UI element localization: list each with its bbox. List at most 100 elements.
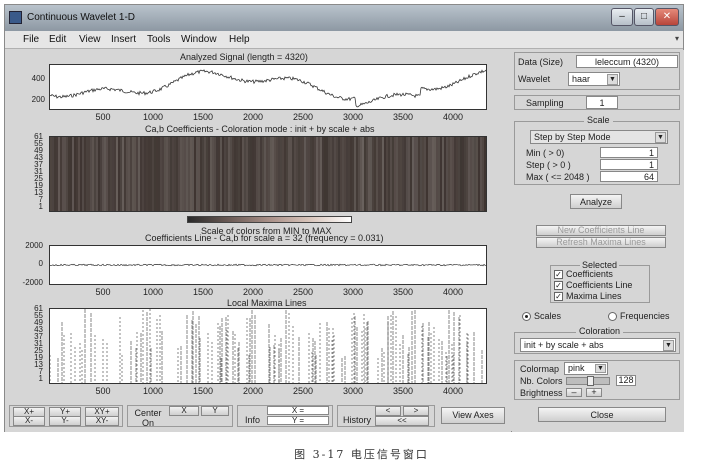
coefficient-column bbox=[194, 137, 196, 211]
signal-xtick: 2500 bbox=[292, 112, 314, 122]
min-scale-input[interactable]: 1 bbox=[600, 147, 658, 158]
coefficient-column bbox=[360, 137, 362, 211]
coefficient-column bbox=[480, 137, 482, 211]
new-coefficients-line-button[interactable]: New Coefficients Line bbox=[536, 225, 666, 236]
menu-tools[interactable]: Tools bbox=[147, 34, 170, 45]
coefficient-column bbox=[400, 137, 402, 211]
scale-title: Scale bbox=[584, 115, 613, 125]
minimize-button[interactable]: – bbox=[611, 8, 633, 26]
center-x-button[interactable]: X bbox=[169, 406, 199, 416]
coefficient-column bbox=[450, 137, 452, 211]
zoom-y-out-button[interactable]: Y- bbox=[49, 416, 81, 426]
zoom-x-out-button[interactable]: X- bbox=[13, 416, 45, 426]
frequencies-radio-label: Frequencies bbox=[620, 311, 670, 321]
info-label: Info bbox=[245, 415, 261, 425]
zoom-xy-out-button[interactable]: XY- bbox=[85, 416, 119, 426]
colormap-select[interactable]: pink ▼ bbox=[564, 362, 608, 375]
line-xtick: 3500 bbox=[392, 287, 414, 297]
coefficient-column bbox=[338, 137, 340, 211]
coefficient-column bbox=[454, 137, 456, 211]
coefficient-column bbox=[268, 137, 270, 211]
line-ytick: 2000 bbox=[25, 241, 43, 250]
nbcolors-slider[interactable] bbox=[566, 376, 610, 386]
history-first-button[interactable]: << bbox=[375, 416, 429, 426]
menu-help[interactable]: Help bbox=[229, 34, 250, 45]
coefficient-column bbox=[370, 137, 372, 211]
maxima-lines-checkbox[interactable]: ✓ Maxima Lines bbox=[554, 291, 622, 302]
scales-radio[interactable]: Scales bbox=[522, 311, 562, 322]
step-label: Step ( > 0 ) bbox=[526, 160, 571, 170]
coefficient-column bbox=[82, 137, 84, 211]
coefficient-column bbox=[56, 137, 58, 211]
coefficient-column bbox=[366, 137, 368, 211]
menu-view[interactable]: View bbox=[79, 34, 101, 45]
close-button[interactable]: Close bbox=[538, 407, 666, 422]
analyze-button[interactable]: Analyze bbox=[570, 194, 622, 209]
coefficient-column bbox=[432, 137, 434, 211]
matlab-app-icon bbox=[9, 11, 22, 24]
coefficients-line-checkbox[interactable]: ✓ Coefficients Line bbox=[554, 280, 632, 291]
signal-xtick: 2000 bbox=[242, 112, 264, 122]
scale-mode-select[interactable]: Step by Step Mode ▼ bbox=[530, 130, 668, 144]
signal-xtick: 1500 bbox=[192, 112, 214, 122]
menu-file[interactable]: File bbox=[23, 34, 39, 45]
maxima-plot-title: Local Maxima Lines bbox=[227, 298, 307, 308]
plot-area: Analyzed Signal (length = 4320) 400 200 … bbox=[5, 50, 511, 400]
history-back-button[interactable]: < bbox=[375, 406, 401, 416]
menu-overflow-icon[interactable]: ▾ bbox=[675, 34, 679, 43]
maximize-button[interactable]: □ bbox=[634, 8, 654, 26]
step-scale-input[interactable]: 1 bbox=[600, 159, 658, 170]
coloration-select[interactable]: init + by scale + abs ▼ bbox=[520, 338, 676, 352]
coefs-ytick: 1 bbox=[38, 202, 43, 211]
coefficient-column bbox=[230, 137, 232, 211]
coefficient-column bbox=[376, 137, 378, 211]
coefficients-checkbox[interactable]: ✓ Coefficients bbox=[554, 269, 613, 280]
coefficients-axes[interactable] bbox=[49, 136, 487, 212]
coefficient-column bbox=[416, 137, 418, 211]
history-forward-button[interactable]: > bbox=[403, 406, 429, 416]
brightness-increase-button[interactable]: + bbox=[586, 388, 602, 397]
line-ytick: 0 bbox=[38, 259, 43, 268]
coefficient-column bbox=[146, 137, 148, 211]
wavelet-select[interactable]: haar ▼ bbox=[568, 72, 620, 86]
coloration-select-value: init + by scale + abs bbox=[524, 340, 604, 350]
refresh-maxima-lines-button[interactable]: Refresh Maxima Lines bbox=[536, 237, 666, 248]
coefficient-column bbox=[220, 137, 222, 211]
brightness-decrease-button[interactable]: – bbox=[566, 388, 582, 397]
slider-handle[interactable] bbox=[587, 376, 594, 386]
coefficient-column bbox=[354, 137, 356, 211]
center-on-label: Center On bbox=[134, 408, 162, 428]
menu-insert[interactable]: Insert bbox=[111, 34, 136, 45]
coefficient-column bbox=[284, 137, 286, 211]
sampling-field[interactable]: 1 bbox=[586, 96, 618, 109]
coefficient-column bbox=[228, 137, 230, 211]
coefficient-column bbox=[62, 137, 64, 211]
min-label: Min ( > 0) bbox=[526, 148, 565, 158]
close-window-button[interactable]: ✕ bbox=[655, 8, 679, 26]
signal-axes[interactable] bbox=[49, 64, 487, 110]
nbcolors-field[interactable]: 128 bbox=[616, 375, 636, 386]
coefficient-column bbox=[76, 137, 78, 211]
menu-window[interactable]: Window bbox=[181, 34, 217, 45]
coefficient-column bbox=[120, 137, 122, 211]
coefficient-column bbox=[204, 137, 206, 211]
menu-edit[interactable]: Edit bbox=[49, 34, 66, 45]
maxima-axes[interactable] bbox=[49, 308, 487, 384]
coefficient-column bbox=[362, 137, 364, 211]
frequencies-radio[interactable]: Frequencies bbox=[608, 311, 670, 322]
coef-line-axes[interactable] bbox=[49, 245, 487, 285]
coefficient-column bbox=[382, 137, 384, 211]
coefficient-column bbox=[434, 137, 436, 211]
coefficient-column bbox=[456, 137, 458, 211]
coefficient-column bbox=[236, 137, 238, 211]
center-y-button[interactable]: Y bbox=[201, 406, 229, 416]
coefficient-column bbox=[322, 137, 324, 211]
max-scale-input[interactable]: 64 bbox=[600, 171, 658, 182]
scales-radio-label: Scales bbox=[534, 311, 562, 321]
coefficient-column bbox=[270, 137, 272, 211]
coefficient-column bbox=[254, 137, 256, 211]
coefficient-column bbox=[392, 137, 394, 211]
coefficient-column bbox=[348, 137, 350, 211]
view-axes-button[interactable]: View Axes bbox=[441, 407, 505, 424]
brightness-label: Brightness bbox=[520, 388, 563, 398]
